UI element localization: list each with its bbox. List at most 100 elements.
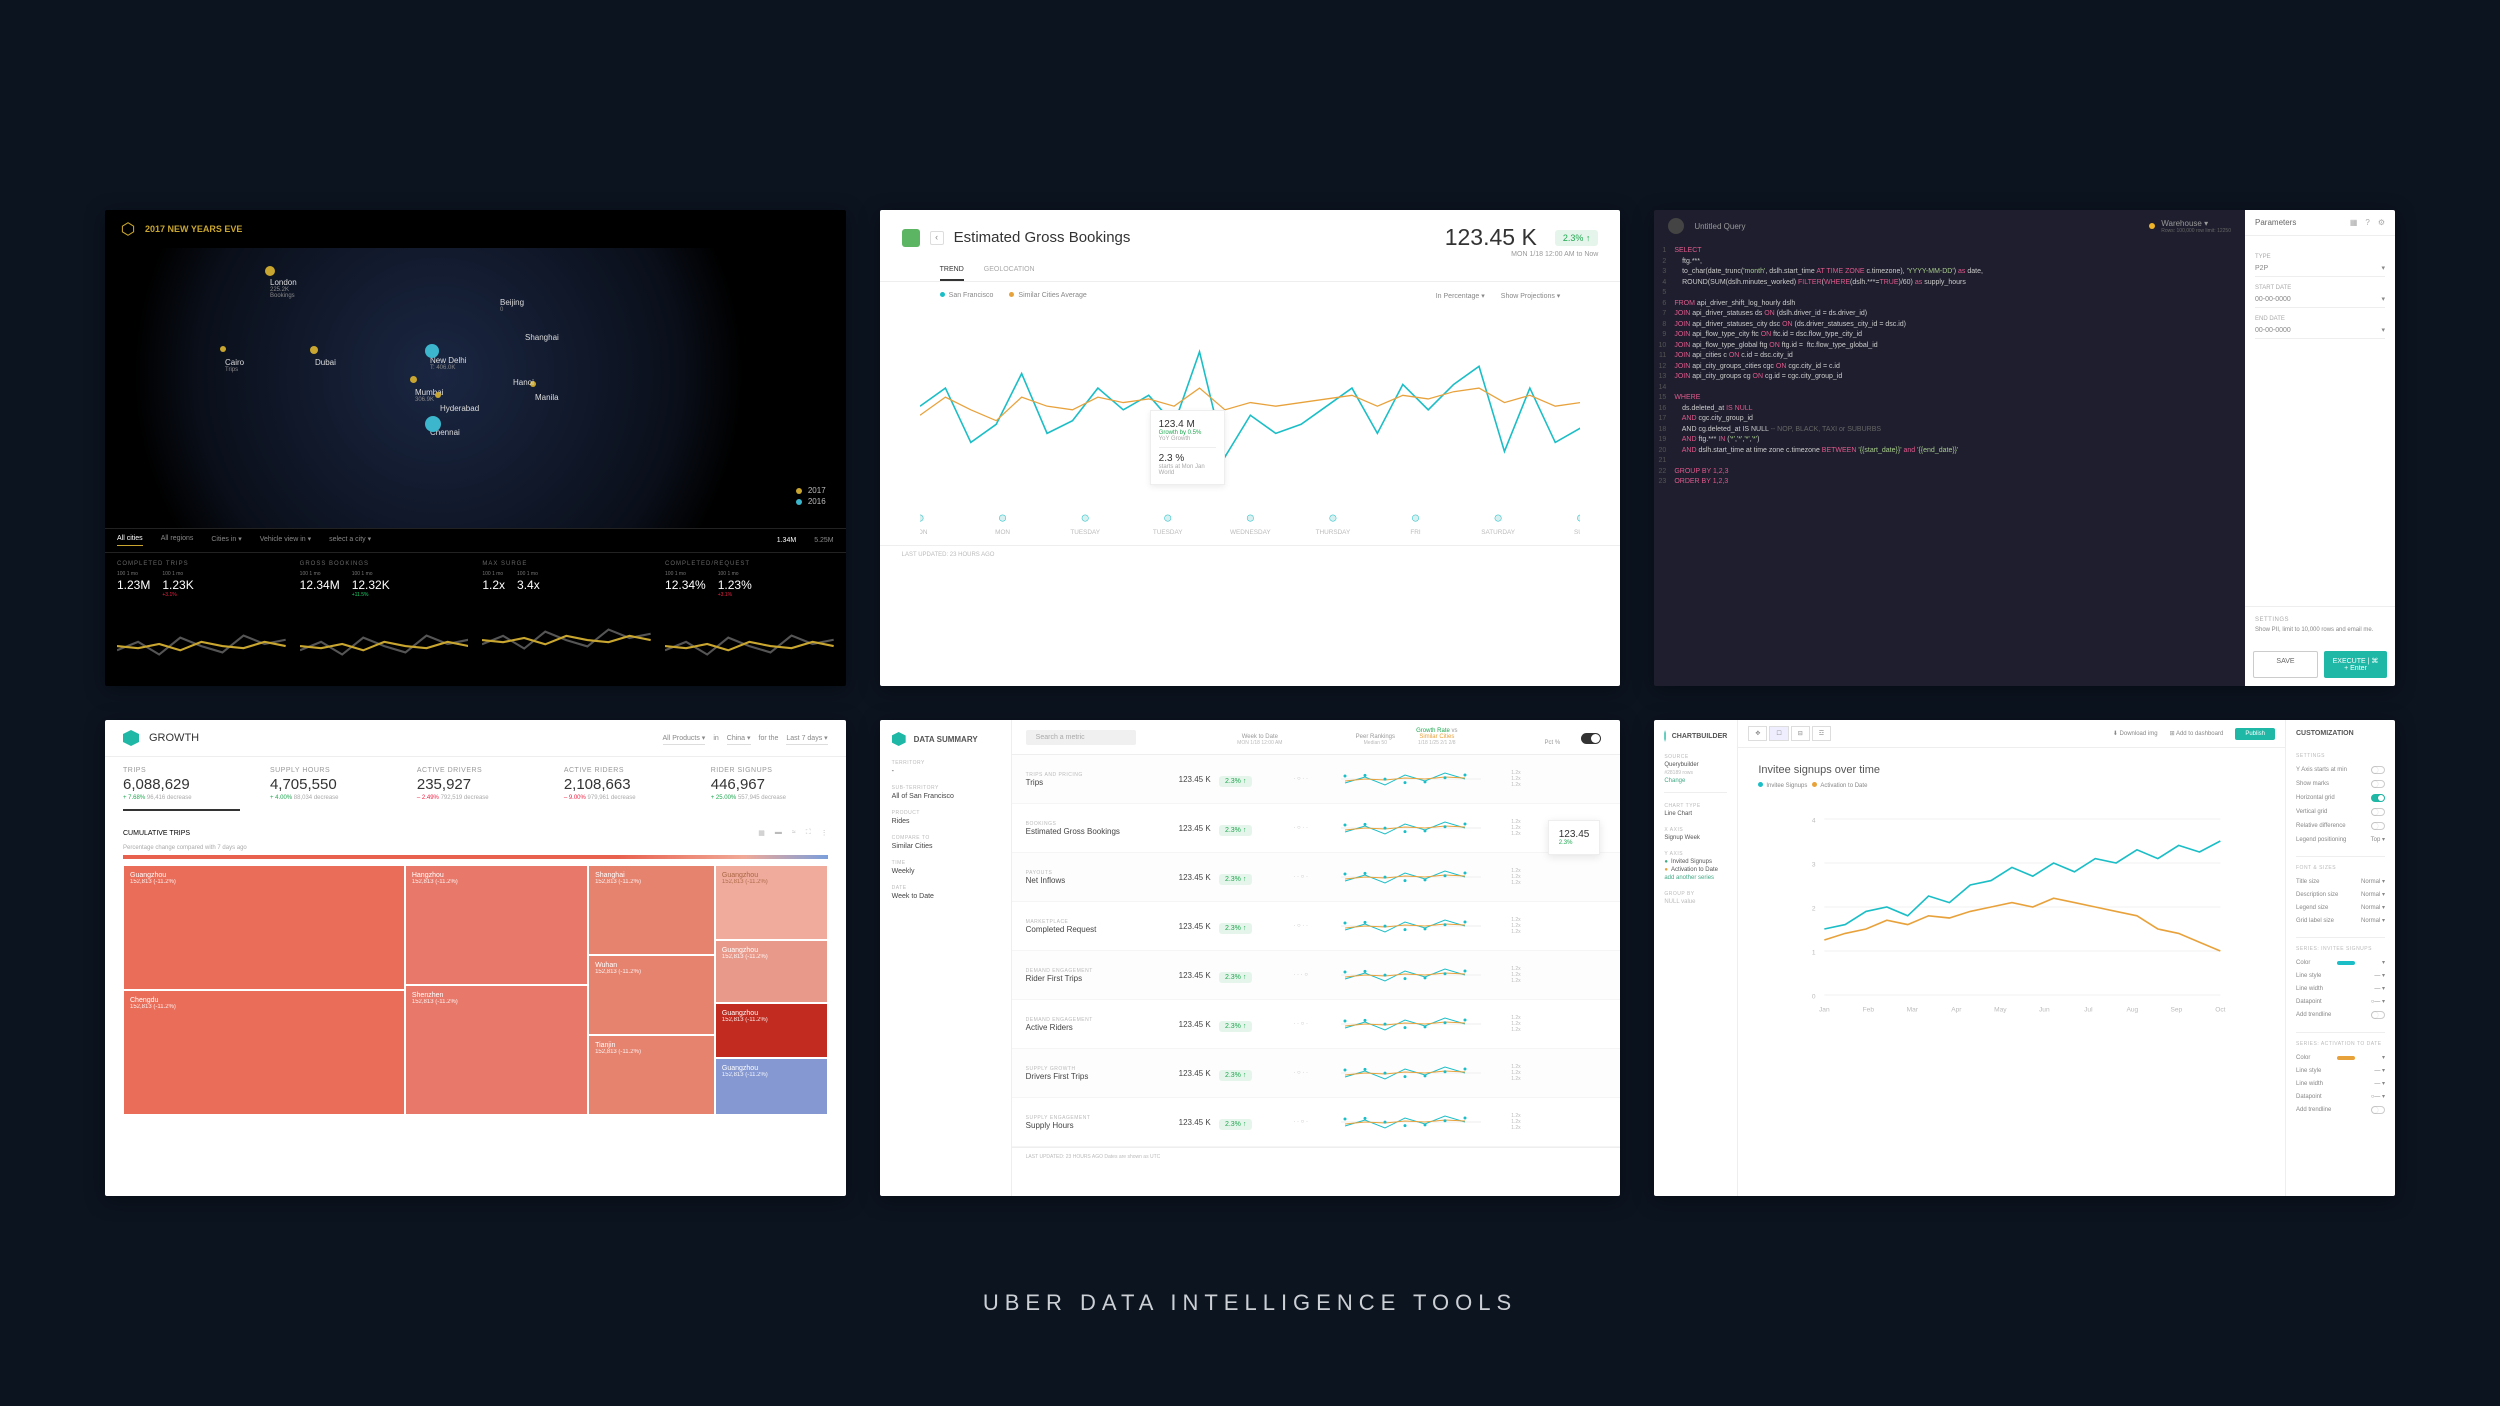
back-button[interactable]: ‹ [930, 231, 944, 245]
panel-query-editor: Untitled Query Warehouse ▾ Rows: 100,000… [1654, 210, 2395, 686]
metric-tab[interactable]: ACTIVE DRIVERS235,927– 2.49% 792,519 dec… [417, 767, 534, 811]
setting-row[interactable]: Line width— ▾ [2296, 982, 2385, 995]
metric-row[interactable]: SUPPLY GROWTHDrivers First Trips 123.45 … [1012, 1049, 1621, 1098]
treemap[interactable]: Guangzhou152,813 (-11.2%) Chengdu152,813… [123, 865, 828, 1115]
setting-row[interactable]: Legend positioningTop ▾ [2296, 833, 2385, 846]
param-end-date[interactable]: 00-00-0000 [2255, 327, 2291, 334]
warehouse-select[interactable]: Warehouse ▾ [2161, 219, 2231, 228]
grid-icon[interactable]: ▦ [2350, 218, 2358, 227]
search-input[interactable]: Search a metric [1026, 730, 1136, 745]
publish-button[interactable]: Publish [2235, 728, 2275, 740]
setting-row[interactable]: Description sizeNormal ▾ [2296, 888, 2385, 901]
change-source-link[interactable]: Change [1664, 778, 1727, 784]
metric-tab[interactable]: SUPPLY HOURS4,705,550+ 4.00% 88,034 decr… [270, 767, 387, 811]
setting-row[interactable]: Add trendline [2296, 1103, 2385, 1117]
setting-row[interactable]: Legend sizeNormal ▾ [2296, 901, 2385, 914]
filter-products[interactable]: All Products ▾ [663, 732, 706, 745]
metric-row[interactable]: DEMAND ENGAGEMENTRider First Trips 123.4… [1012, 951, 1621, 1000]
setting-row[interactable]: Show marks [2296, 777, 2385, 791]
tab-all-regions[interactable]: All regions [161, 535, 194, 546]
chart-type-select[interactable]: Line Chart [1664, 811, 1727, 817]
value-2[interactable]: 5.25M [814, 537, 833, 544]
download-img-button[interactable]: ⬇ Download img [2113, 730, 2158, 737]
setting-row[interactable]: Datapoint○— ▾ [2296, 1090, 2385, 1103]
value-1[interactable]: 1.34M [777, 537, 796, 544]
metric-row[interactable]: SUPPLY ENGAGEMENTSupply Hours 123.45 K 2… [1012, 1098, 1621, 1147]
setting-row[interactable]: Horizontal grid [2296, 791, 2385, 805]
groupby-select[interactable]: NULL value [1664, 899, 1727, 905]
opt-percentage[interactable]: In Percentage ▾ [1436, 292, 1485, 300]
tab-vehicle-view[interactable]: Vehicle view in ▾ [260, 535, 311, 546]
query-title[interactable]: Untitled Query [1694, 222, 1745, 231]
setting-row[interactable]: Datapoint○— ▾ [2296, 995, 2385, 1008]
svg-text:0: 0 [1812, 993, 1816, 1000]
setting-row[interactable]: Title sizeNormal ▾ [2296, 875, 2385, 888]
view-table-icon[interactable]: ☐ [1769, 726, 1788, 741]
globe-legend: 2017 2016 [796, 484, 826, 508]
pct-toggle[interactable] [1581, 733, 1601, 744]
metric-tab[interactable]: RIDER SIGNUPS446,967+ 25.00% 557,945 dec… [711, 767, 828, 811]
chart-title: Estimated Gross Bookings [954, 229, 1435, 246]
param-type[interactable]: P2P [2255, 265, 2268, 272]
filter-time[interactable]: Last 7 days ▾ [786, 732, 827, 745]
setting-row[interactable]: Add trendline [2296, 1008, 2385, 1022]
setting-row[interactable]: Relative difference [2296, 819, 2385, 833]
user-avatar-icon[interactable] [1668, 218, 1684, 234]
add-dashboard-button[interactable]: ⊞ Add to dashboard [2170, 730, 2224, 737]
filter-value[interactable]: Similar Cities [892, 843, 999, 850]
filter-value[interactable]: Week to Date [892, 893, 999, 900]
settings-icon[interactable]: ⚙ [2378, 218, 2385, 227]
help-icon[interactable]: ? [2365, 218, 2369, 227]
xaxis-select[interactable]: Signup Week [1664, 835, 1727, 841]
tab-trend[interactable]: TREND [940, 266, 964, 281]
param-start-date[interactable]: 00-00-0000 [2255, 296, 2291, 303]
tab-geolocation[interactable]: GEOLOCATION [984, 266, 1035, 281]
view-line-icon[interactable]: ≈ [792, 829, 796, 837]
opt-projections[interactable]: Show Projections ▾ [1501, 292, 1561, 300]
view-column-icon[interactable]: ☲ [1812, 726, 1831, 741]
section-title: CUMULATIVE TRIPS [123, 830, 190, 837]
svg-text:3: 3 [1812, 861, 1816, 868]
filter-value[interactable]: - [892, 768, 999, 775]
metric-row[interactable]: DEMAND ENGAGEMENTActive Riders 123.45 K … [1012, 1000, 1621, 1049]
tab-select-city[interactable]: select a city ▾ [329, 535, 371, 546]
setting-row[interactable]: Y Axis starts at min [2296, 763, 2385, 777]
sql-editor[interactable]: 1SELECT2 ftg.***,3 to_char(date_trunc('m… [1654, 242, 2245, 492]
metric-row[interactable]: TRIPS AND PRICINGTrips 123.45 K 2.3% ↑ ·… [1012, 755, 1621, 804]
view-bar-icon[interactable]: ▬ [775, 829, 782, 837]
add-series-link[interactable]: add another series [1664, 875, 1727, 881]
tab-all-cities[interactable]: All cities [117, 535, 143, 546]
setting-row[interactable]: Vertical grid [2296, 805, 2385, 819]
svg-text:Jan: Jan [1819, 1007, 1830, 1014]
metric-tab[interactable]: TRIPS6,088,629+ 7.68% 96,416 decrease [123, 767, 240, 811]
tab-cities-in[interactable]: Cities in ▾ [211, 535, 241, 546]
metric-tab[interactable]: ACTIVE RIDERS2,108,663– 9.00% 979,961 de… [564, 767, 681, 811]
view-expand-icon[interactable]: ⛶ [806, 829, 811, 837]
view-split-icon[interactable]: ⊟ [1791, 726, 1810, 741]
setting-row[interactable]: Color ▾ [2296, 1051, 2385, 1064]
view-grid-icon[interactable]: ▦ [758, 829, 765, 837]
setting-row[interactable]: Line style— ▾ [2296, 1064, 2385, 1077]
setting-row[interactable]: Grid label sizeNormal ▾ [2296, 914, 2385, 927]
line-chart[interactable]: JanFebMarAprMayJunJulAugSepOct 01234 [1758, 797, 2265, 1017]
yaxis-series-1[interactable]: ●Invited Signups [1664, 859, 1727, 865]
execute-button[interactable]: EXECUTE | ⌘ + Enter [2324, 651, 2387, 678]
metric-row[interactable]: BOOKINGSEstimated Gross Bookings 123.45 … [1012, 804, 1621, 853]
setting-row[interactable]: Line style— ▾ [2296, 969, 2385, 982]
filter-value[interactable]: Weekly [892, 868, 999, 875]
metric-row[interactable]: PAYOUTSNet Inflows 123.45 K 2.3% ↑ · · ○… [1012, 853, 1621, 902]
line-chart[interactable]: MONMONTUESDAYTUESDAYWEDNESDAYTHURSDAYFRI… [880, 310, 1621, 545]
chevron-down-icon: ▾ [2381, 295, 2385, 303]
view-move-icon[interactable]: ✥ [1748, 726, 1767, 741]
setting-row[interactable]: Color ▾ [2296, 956, 2385, 969]
setting-row[interactable]: Line width— ▾ [2296, 1077, 2385, 1090]
save-button[interactable]: SAVE [2253, 651, 2318, 678]
view-more-icon[interactable]: ⋮ [821, 829, 828, 837]
yaxis-series-2[interactable]: ●Activation to Date [1664, 867, 1727, 873]
filter-region[interactable]: China ▾ [727, 732, 751, 745]
growth-title: GROWTH [149, 732, 199, 744]
metric-row[interactable]: MARKETPLACECompleted Request 123.45 K 2.… [1012, 902, 1621, 951]
globe-visualization[interactable]: London225.2KBookings Beijing0 CairoTrips… [105, 248, 846, 528]
filter-value[interactable]: All of San Francisco [892, 793, 999, 800]
filter-value[interactable]: Rides [892, 818, 999, 825]
